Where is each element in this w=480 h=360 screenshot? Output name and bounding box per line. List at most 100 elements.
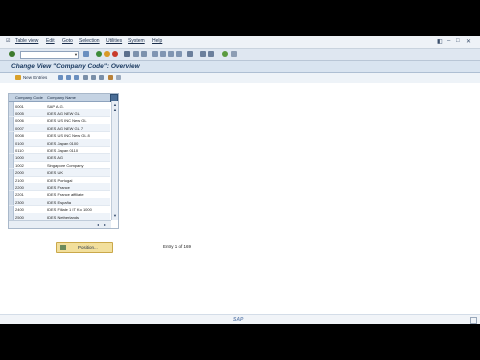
chevron-down-icon[interactable]: ▼ <box>74 52 78 57</box>
copy-icon[interactable] <box>58 75 63 80</box>
last-page-icon[interactable] <box>176 51 182 57</box>
row-selector[interactable] <box>9 146 14 154</box>
company-name-cell[interactable]: IDES Japan 0110 <box>47 148 78 153</box>
company-name-cell[interactable]: IDES US INC New GL 8 <box>47 133 90 138</box>
shortcut-icon[interactable] <box>200 51 206 57</box>
entry-count: Entry 1 of 169 <box>163 244 192 249</box>
sap-window: ☑ Table view Edit Goto Selection Utiliti… <box>0 36 480 324</box>
row-selector[interactable] <box>9 198 14 206</box>
deselect-all-icon[interactable] <box>99 75 104 80</box>
back-icon[interactable] <box>96 51 102 57</box>
row-selector[interactable] <box>9 161 14 169</box>
row-selector[interactable] <box>9 139 14 146</box>
company-name-cell[interactable]: IDES US INC New GL <box>47 118 87 123</box>
sap-logo: SAP <box>233 317 244 323</box>
scroll-down-icon[interactable]: ▼ <box>113 213 117 218</box>
new-entries-button[interactable]: New Entries <box>23 75 47 80</box>
company-name-cell[interactable]: IDES Japan 0100 <box>47 141 78 146</box>
scroll-left-icon[interactable]: ◂ <box>97 222 99 227</box>
print-icon[interactable] <box>124 51 130 57</box>
create-session-icon[interactable] <box>187 51 193 57</box>
company-name-cell[interactable]: IDES AG NEW GL <box>47 111 80 116</box>
delete-icon[interactable] <box>66 75 71 80</box>
company-code-cell: 2500 <box>15 214 24 220</box>
row-selector[interactable] <box>9 213 14 220</box>
menu-goto[interactable]: Goto <box>62 38 73 44</box>
exit-icon[interactable] <box>104 51 110 57</box>
help-icon[interactable] <box>222 51 228 57</box>
menu-utilities[interactable]: Utilities <box>106 38 122 44</box>
row-selector[interactable] <box>9 190 14 198</box>
row-selector[interactable] <box>9 109 14 117</box>
menu-edit[interactable]: Edit <box>46 38 55 44</box>
row-selector[interactable] <box>9 131 14 139</box>
save-icon[interactable] <box>83 51 89 57</box>
company-name-cell[interactable]: Singapore Company <box>47 163 83 168</box>
position-button[interactable]: Position... <box>56 242 113 253</box>
row-selector[interactable] <box>9 168 14 176</box>
company-name-cell[interactable]: IDES UK <box>47 170 63 175</box>
settings-icon[interactable] <box>231 51 237 57</box>
row-selector[interactable] <box>9 183 14 191</box>
status-toggle-icon[interactable] <box>470 317 477 324</box>
company-code-cell: 2400 <box>15 207 24 213</box>
company-name-cell[interactable]: SAP A.G. <box>47 104 64 109</box>
company-name-cell[interactable]: IDES AG NEW GL 7 <box>47 126 83 131</box>
sap-menu-icon[interactable]: ☑ <box>6 38 10 44</box>
row-selector[interactable] <box>9 102 14 109</box>
cancel-icon[interactable] <box>112 51 118 57</box>
column-header-company-code[interactable]: Company Code <box>15 95 43 100</box>
enter-icon[interactable] <box>9 51 15 57</box>
company-code-cell: 0006 <box>15 118 24 124</box>
table-header: Company Code Company Name <box>9 94 118 102</box>
first-page-icon[interactable] <box>152 51 158 57</box>
company-code-cell: 2000 <box>15 170 24 176</box>
company-name-cell[interactable]: IDES Portugal <box>47 178 72 183</box>
next-page-icon[interactable] <box>168 51 174 57</box>
menu-selection[interactable]: Selection <box>79 38 100 44</box>
standard-toolbar: ▼ <box>0 49 480 61</box>
horizontal-scrollbar[interactable]: ◂ ▸ <box>9 220 111 228</box>
row-selector[interactable] <box>9 176 14 183</box>
company-name-cell[interactable]: IDES France affiliate <box>47 192 84 197</box>
title-bar: Change View "Company Code": Overview <box>0 61 480 73</box>
menu-help[interactable]: Help <box>152 38 162 44</box>
select-all-icon[interactable] <box>83 75 88 80</box>
page-up-icon[interactable]: ▲ <box>113 107 117 112</box>
company-code-cell: 2201 <box>15 192 24 198</box>
transport-icon[interactable] <box>108 75 113 80</box>
command-field[interactable] <box>20 51 79 59</box>
close-icon[interactable]: ✕ <box>466 38 471 45</box>
previous-page-icon[interactable] <box>160 51 166 57</box>
maximize-icon[interactable]: □ <box>456 38 460 44</box>
company-name-cell[interactable]: IDES Filiale 1 IT Ko 1000 <box>47 207 92 212</box>
row-selector[interactable] <box>9 205 14 213</box>
undo-icon[interactable] <box>74 75 79 80</box>
find-next-icon[interactable] <box>141 51 147 57</box>
page-title: Change View "Company Code": Overview <box>11 63 140 70</box>
application-toolbar: New Entries <box>0 73 480 83</box>
layout-icon[interactable] <box>208 51 214 57</box>
vertical-scrollbar[interactable]: ▲ ▲ ▼ <box>111 101 118 220</box>
company-code-cell: 0110 <box>15 147 24 153</box>
menu-system[interactable]: System <box>128 38 145 44</box>
scroll-right-icon[interactable]: ▸ <box>104 222 106 227</box>
print-list-icon[interactable] <box>116 75 121 80</box>
row-selector[interactable] <box>9 116 14 124</box>
column-header-company-name[interactable]: Company Name <box>47 95 76 100</box>
company-name-cell[interactable]: IDES France <box>47 185 70 190</box>
company-name-cell[interactable]: IDES AG <box>47 155 63 160</box>
company-code-table: Company Code Company Name 0001 SAP A.G. 00… <box>8 93 119 229</box>
row-selector[interactable] <box>9 153 14 161</box>
customize-icon[interactable]: ◧ <box>437 38 443 45</box>
menu-bar: ☑ Table view Edit Goto Selection Utiliti… <box>0 36 480 49</box>
company-name-cell[interactable]: IDES España <box>47 200 71 205</box>
find-icon[interactable] <box>133 51 139 57</box>
select-block-icon[interactable] <box>91 75 96 80</box>
company-name-cell[interactable]: IDES Netherlands <box>47 215 79 220</box>
position-button-label: Position... <box>78 244 98 250</box>
row-selector[interactable] <box>9 124 14 132</box>
new-entries-icon[interactable] <box>15 75 21 80</box>
menu-table-view[interactable]: Table view <box>15 38 38 44</box>
minimize-icon[interactable]: – <box>447 38 450 44</box>
